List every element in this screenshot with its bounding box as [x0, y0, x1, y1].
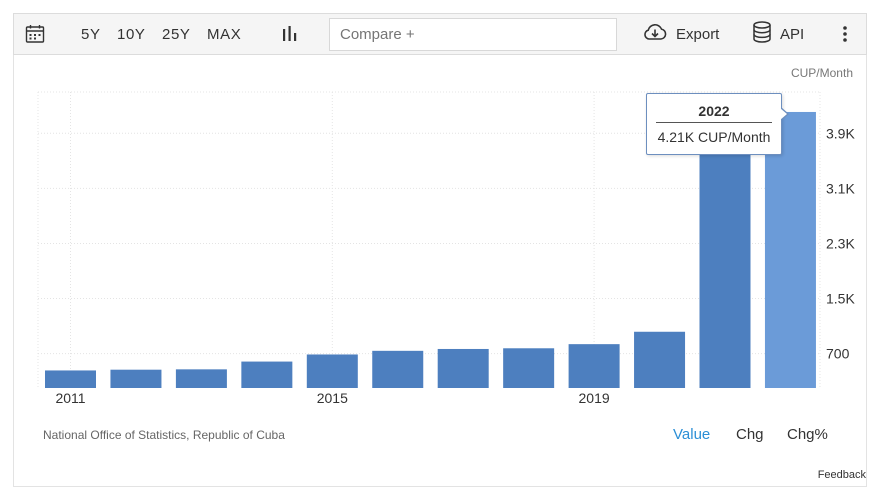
bar-chart: 2011 2015 2019 700 1.5K 2.3K 3.1K 3.9K — [37, 91, 855, 406]
bar-2017 — [437, 348, 489, 388]
tooltip-year: 2022 — [698, 103, 730, 119]
bar-2015 — [306, 354, 358, 388]
tab-chg-percent[interactable]: Chg% — [787, 426, 828, 443]
bar-2016 — [372, 350, 424, 388]
bar-2019 — [568, 344, 620, 388]
y-tick-label: 3.9K — [826, 125, 855, 141]
tab-value[interactable]: Value — [673, 426, 710, 443]
x-tick-label: 2019 — [579, 390, 610, 406]
tooltip-arrow-fill — [780, 108, 787, 120]
x-tick-label: 2011 — [55, 390, 85, 406]
feedback-link[interactable]: Feedback — [818, 469, 866, 481]
y-tick-label: 2.3K — [826, 235, 855, 251]
y-tick-label: 700 — [826, 346, 850, 362]
bar-2013 — [175, 369, 227, 388]
x-tick-label: 2015 — [317, 390, 348, 406]
chart-tooltip: 2022 4.21K CUP/Month — [646, 93, 782, 155]
bar-2021 — [699, 137, 751, 388]
bar-2018 — [503, 348, 555, 388]
bar-2020 — [634, 331, 686, 388]
bar-2014 — [241, 361, 293, 388]
tooltip-divider — [656, 122, 772, 123]
tab-chg[interactable]: Chg — [736, 426, 764, 443]
y-tick-label: 3.1K — [826, 180, 855, 196]
bar-2012 — [110, 369, 162, 388]
bar-2011 — [45, 370, 96, 388]
y-tick-label: 1.5K — [826, 291, 855, 307]
tooltip-value: 4.21K CUP/Month — [657, 129, 771, 145]
data-source: National Office of Statistics, Republic … — [43, 428, 285, 442]
